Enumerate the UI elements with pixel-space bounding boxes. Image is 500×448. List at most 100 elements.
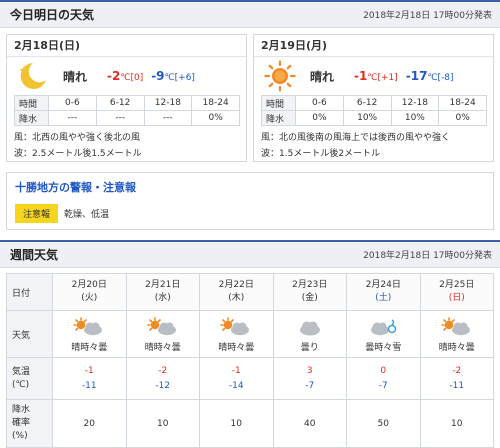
weekly-weather-cell: 晴時々曇 [52,310,127,358]
weekly-date: 2月24日 [365,280,401,290]
weekly-day-of-week: (火) [81,293,98,303]
weekly-pop-cell: 50 [346,399,421,448]
weekly-temp-cell: -1 -11 [52,357,127,400]
weekly-low-temp: -7 [378,380,388,391]
weekly-high-temp: -2 [452,365,462,376]
rain-chance-table: 時間 0-6 6-12 12-18 18-24 降水 0% 10% 10% 0% [261,95,487,126]
wind-info: 風：北の風後南の風海上では後西の風やや強く [261,133,451,143]
weekly-pop-cell: 10 [419,399,494,448]
weekly-section: 週間天気 2018年2月18日 17時00分発表 日付 2月20日 (火) 2月21… [0,240,500,448]
weekly-date: 2月25日 [439,280,475,290]
weekly-date-cell: 2月24日 (土) [346,273,421,311]
day-notes: 風：北西の風やや強く後北の風 波：2.5メートル後1.5メートル [7,126,246,162]
day-date: 2月18日(日) [7,35,246,57]
weekly-weather-text: 晴時々曇 [144,342,181,353]
weekly-day-of-week: (金) [301,293,318,303]
today-section-title: 今日明日の天気 [10,8,95,22]
rain-chance-table: 時間 0-6 6-12 12-18 18-24 降水 --- --- --- 0… [14,95,240,126]
weekly-date: 2月23日 [292,280,328,290]
weekly-low-temp: -11 [81,380,97,391]
row-header-weather: 天気 [6,310,53,358]
weekly-section-header: 週間天気 2018年2月18日 17時00分発表 [0,240,500,268]
day-date: 2月19日(月) [254,35,493,57]
high-temp: -1℃[+1] [354,69,398,83]
day-notes: 風：北の風後南の風海上では後西の風やや強く 波：1.5メートル後2メートル [254,126,493,162]
weekly-high-temp: 0 [380,365,387,376]
weekly-weather-text: 曇り [300,342,319,353]
weekly-weather-text: 晴時々曇 [218,342,255,353]
weekly-weather-text: 晴時々曇 [438,342,475,353]
warnings-box: 十勝地方の警報・注意報 注意報 乾燥、低温 [6,172,494,230]
warnings-title-link[interactable]: 十勝地方の警報・注意報 [15,179,485,195]
warnings-row: 注意報 乾燥、低温 [15,204,485,223]
low-temp: -9℃[+6] [151,69,195,83]
weekly-temp-cell: 3 -7 [272,357,347,400]
weekly-date: 2月20日 [71,280,107,290]
low-temp: -17℃[-8] [405,69,454,83]
weekly-low-temp: -7 [305,380,315,391]
weekly-low-temp: -11 [449,380,465,391]
weekly-high-temp: 3 [306,365,313,376]
sun-cloud-icon [127,316,200,338]
day-summary: 晴れ -2℃[0] -9℃[+6] [7,57,246,95]
weekly-high-temp: -1 [84,365,94,376]
weekly-date: 2月21日 [145,280,181,290]
weekly-low-temp: -12 [155,380,171,391]
moon-star-icon [13,59,53,93]
cloud-icon [274,316,347,338]
weekly-low-temp: -14 [228,380,244,391]
weekly-weather-cell: 曇時々雪 [346,310,421,358]
weekly-section-title: 週間天気 [10,248,59,262]
weekly-temp-cell: -2 -11 [419,357,494,400]
weekly-weather-cell: 晴時々曇 [125,310,200,358]
weekly-temp-cell: -2 -12 [125,357,200,400]
day-summary: 晴れ -1℃[+1] -17℃[-8] [254,57,493,95]
temperature: -2℃[0] -9℃[+6] [107,69,195,83]
sun-cloud-icon [200,316,273,338]
weekly-pop-cell: 10 [125,399,200,448]
weather-text: 晴れ [310,69,335,84]
weekly-high-temp: -1 [231,365,241,376]
advisory-badge: 注意報 [15,204,59,223]
weekly-weather-cell: 晴時々曇 [419,310,494,358]
row-header-date: 日付 [6,273,53,311]
weekly-date-cell: 2月22日 (木) [199,273,274,311]
row-header-temp: 気温 (℃) [6,357,53,400]
weekly-day-of-week: (日) [448,293,465,303]
today-section-header: 今日明日の天気 2018年2月18日 17時00分発表 [0,0,500,28]
weekly-weather-text: 晴時々曇 [71,342,108,353]
weekly-day-of-week: (木) [228,293,245,303]
weekly-pop-cell: 20 [52,399,127,448]
weekly-date-cell: 2月25日 (日) [419,273,494,311]
day-panel-today: 2月18日(日) 晴れ -2℃[0] -9℃[+6] 時間 0-6 6-12 12… [6,34,247,162]
row-header-pop: 降水 確率 (%) [6,399,53,448]
weekly-weather-cell: 晴時々曇 [199,310,274,358]
weekly-date-cell: 2月21日 (水) [125,273,200,311]
weekly-weather-text: 曇時々雪 [365,342,402,353]
today-published-time: 2018年2月18日 17時00分発表 [363,11,492,21]
weekly-pop-cell: 40 [272,399,347,448]
wave-info: 波：1.5メートル後2メートル [261,149,381,159]
weekly-forecast-table: 日付 2月20日 (火) 2月21日 (水) 2月22日 (木) 2月23日 (金) 2月24日… [6,273,494,448]
sun-cloud-icon [421,316,494,338]
weekly-pop-cell: 10 [199,399,274,448]
wind-info: 風：北西の風やや強く後北の風 [14,133,141,143]
weekly-date-cell: 2月20日 (火) [52,273,127,311]
weekly-weather-cell: 曇り [272,310,347,358]
sun-cloud-icon [53,316,126,338]
weekly-date: 2月22日 [218,280,254,290]
weekly-temp-cell: 0 -7 [346,357,421,400]
day-panel-tomorrow: 2月19日(月) 晴れ -1℃[+1] -17℃[-8] 時間 0-6 6-12… [253,34,494,162]
weekly-day-of-week: (水) [154,293,171,303]
temperature: -1℃[+1] -17℃[-8] [354,69,454,83]
weekly-published-time: 2018年2月18日 17時00分発表 [363,251,492,261]
weekly-temp-cell: -1 -14 [199,357,274,400]
weather-text: 晴れ [63,69,88,84]
advisory-items: 乾燥、低温 [64,210,110,220]
wave-info: 波：2.5メートル後1.5メートル [14,149,142,159]
cloud-snow-icon [347,316,420,338]
weekly-day-of-week: (土) [375,293,392,303]
sun-icon [260,59,300,93]
today-forecast-panels: 2月18日(日) 晴れ -2℃[0] -9℃[+6] 時間 0-6 6-12 12… [0,28,500,166]
weekly-date-cell: 2月23日 (金) [272,273,347,311]
